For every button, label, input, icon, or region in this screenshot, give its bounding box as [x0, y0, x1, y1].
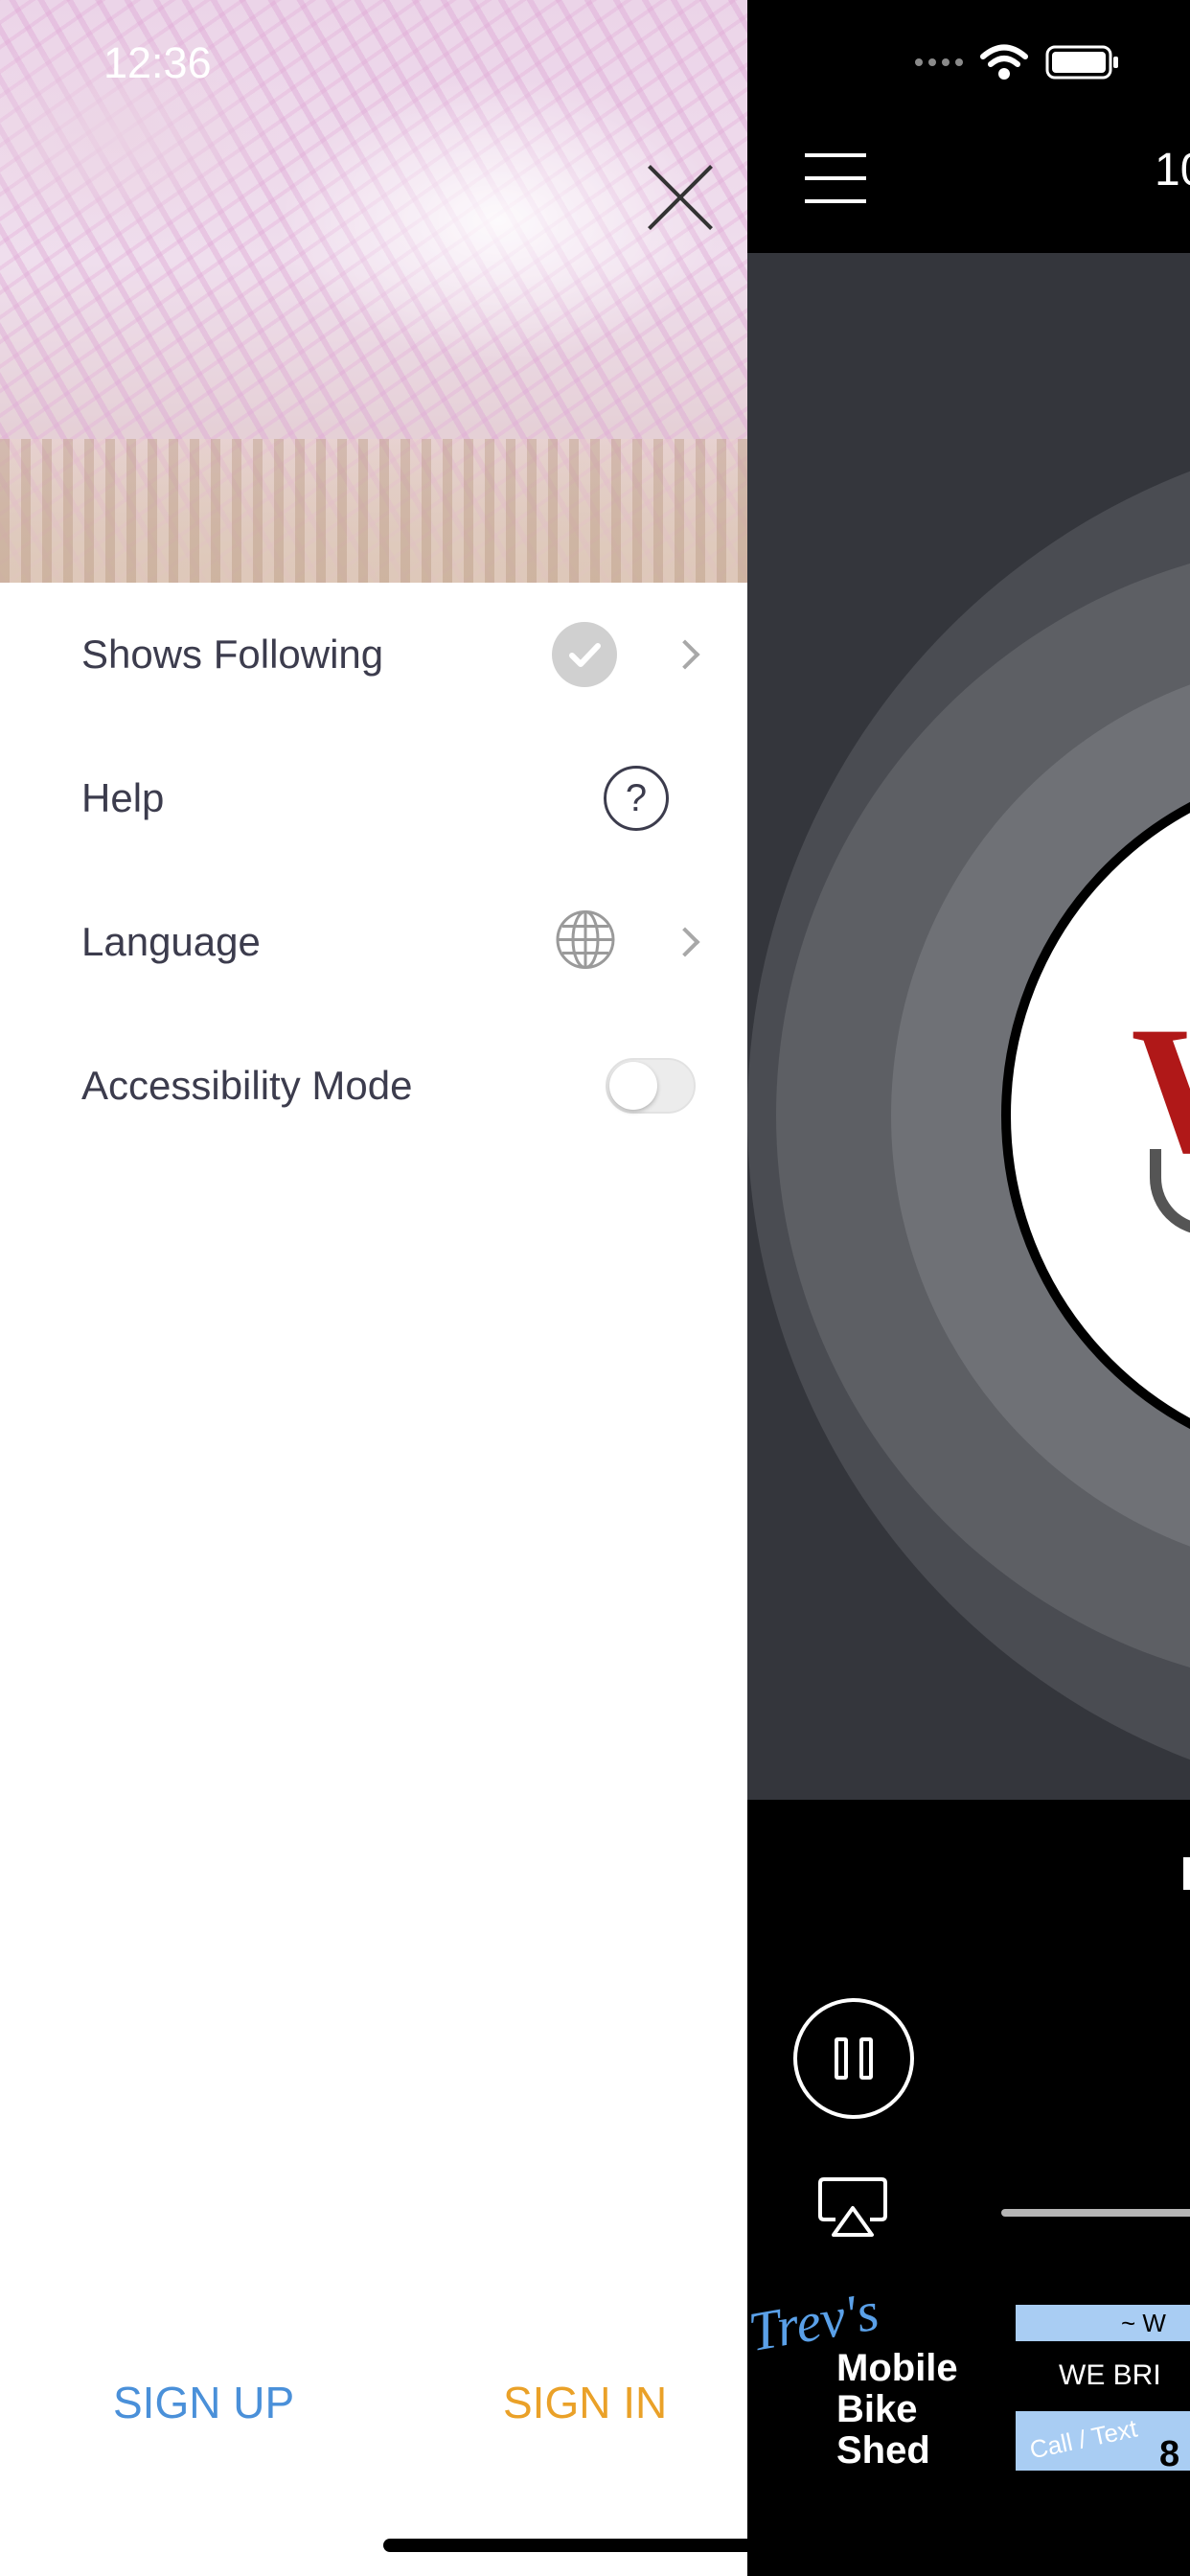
side-drawer: 12:36 Shows Following Help ? Language Ac…: [0, 0, 747, 2576]
sign-in-button[interactable]: SIGN IN: [503, 2377, 667, 2428]
status-time: 12:36: [103, 38, 212, 87]
album-art: W: [747, 253, 1190, 1800]
airplay-button[interactable]: [816, 2175, 889, 2243]
menu-item-shows-following[interactable]: Shows Following: [0, 583, 747, 726]
home-indicator[interactable]: [383, 2539, 807, 2552]
chevron-right-icon: [670, 927, 700, 957]
now-playing-text: [1183, 1857, 1190, 1890]
ad-tagline: WE BRI: [1059, 2359, 1161, 2391]
station-title: 10: [1155, 145, 1190, 196]
menu-item-label: Shows Following: [81, 632, 384, 677]
ad-phone-number: 8: [1159, 2434, 1180, 2474]
ad-brand-line: Mobile: [836, 2347, 958, 2389]
menu-item-label: Language: [81, 919, 261, 964]
ad-banner-strip: ~ W: [1016, 2305, 1190, 2341]
globe-icon: [554, 908, 617, 977]
menu-item-language[interactable]: Language: [0, 870, 747, 1014]
sign-up-button[interactable]: SIGN UP: [113, 2377, 294, 2428]
ad-brand-name: Mobile Bike Shed: [836, 2348, 958, 2472]
menu-item-label: Help: [81, 775, 165, 820]
status-icons: [915, 44, 1120, 80]
ad-banner[interactable]: Trev's Mobile Bike Shed ~ W WE BRI Call …: [747, 2279, 1190, 2474]
wifi-icon: [980, 44, 1028, 80]
question-circle-icon: ?: [604, 766, 669, 831]
battery-icon: [1045, 45, 1118, 80]
check-circle-icon: [552, 622, 617, 687]
drawer-header-image: 12:36: [0, 0, 747, 583]
menu-item-label: Accessibility Mode: [81, 1063, 413, 1108]
ad-call-text: Call / Text: [1027, 2413, 1140, 2465]
toggle-knob: [609, 1062, 657, 1110]
airplay-icon: [818, 2177, 887, 2237]
menu-item-accessibility-mode: Accessibility Mode: [0, 1014, 747, 1158]
pause-button[interactable]: [793, 1998, 914, 2119]
ad-contact-strip: Call / Text 8: [1016, 2411, 1190, 2474]
hamburger-menu-button[interactable]: [805, 153, 866, 203]
ad-brand-line: Bike: [836, 2388, 918, 2430]
hamburger-icon: [805, 153, 866, 203]
pause-icon-bar: [859, 2037, 873, 2080]
pause-icon-bar: [835, 2037, 848, 2080]
chevron-right-icon: [670, 639, 700, 670]
volume-slider[interactable]: [1001, 2209, 1190, 2217]
menu-item-help[interactable]: Help ?: [0, 726, 747, 870]
player-screen: 10 W Trev's Mobile Bike Shed ~ W WE BRI …: [747, 0, 1190, 2576]
cellular-signal-icon: [915, 58, 963, 66]
ad-brand-line: Shed: [836, 2429, 930, 2472]
close-icon[interactable]: [644, 161, 717, 234]
accessibility-mode-toggle[interactable]: [606, 1058, 696, 1114]
